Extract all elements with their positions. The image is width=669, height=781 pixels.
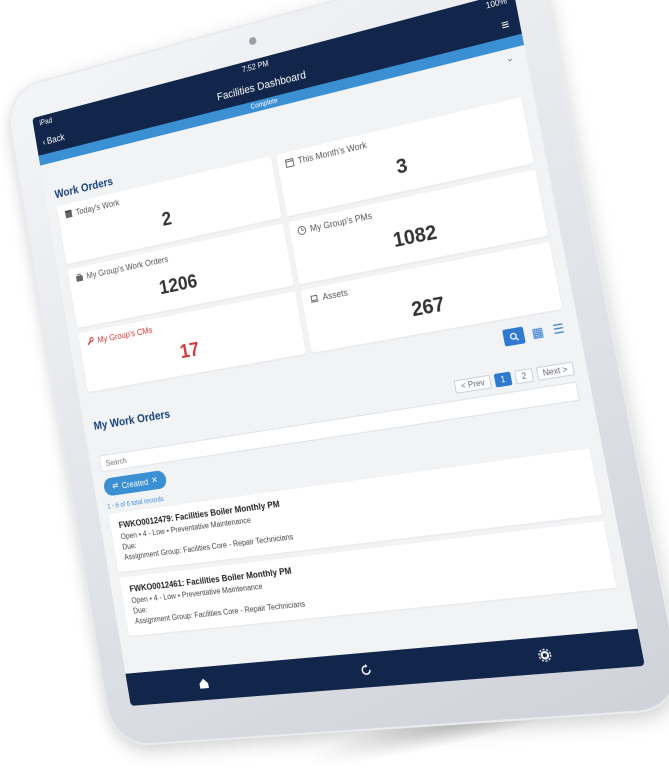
camera-icon xyxy=(248,36,256,46)
settings-gear-icon[interactable] xyxy=(526,638,563,672)
calendar-icon xyxy=(64,209,73,220)
wrench-icon xyxy=(85,336,95,347)
home-icon[interactable] xyxy=(188,668,219,699)
tile-label: My Group's Work Orders xyxy=(86,254,169,280)
search-icon xyxy=(508,331,519,342)
filter-chip-label: Created xyxy=(121,477,149,490)
hamburger-menu-icon[interactable]: ≡ xyxy=(500,15,511,32)
filter-icon: ⇌ xyxy=(111,481,119,492)
carrier-label: iPad xyxy=(39,116,53,128)
sort-icon[interactable]: ☰ xyxy=(550,320,568,337)
tile-label: My Group's PMs xyxy=(309,211,373,234)
grid-view-icon[interactable]: ▦ xyxy=(529,324,546,341)
next-page-button[interactable]: Next > xyxy=(535,361,575,381)
refresh-icon[interactable] xyxy=(349,654,383,687)
filter-chip[interactable]: ⇌ Created ✕ xyxy=(103,470,168,497)
tile-label: This Month's Work xyxy=(297,140,367,166)
prev-page-button[interactable]: < Prev xyxy=(454,375,492,394)
tile-label: My Group's CMs xyxy=(97,325,153,345)
calendar-month-icon xyxy=(284,157,295,169)
app-screen: iPad 7:52 PM 100% ‹ Back Facilities Dash… xyxy=(32,0,645,706)
back-button[interactable]: ‹ Back xyxy=(42,132,65,147)
back-label: Back xyxy=(46,132,65,146)
search-button[interactable] xyxy=(502,327,526,347)
tile-label: Today's Work xyxy=(75,198,120,217)
clock-icon xyxy=(296,225,307,237)
tablet-device: iPad 7:52 PM 100% ‹ Back Facilities Dash… xyxy=(4,0,669,747)
close-icon[interactable]: ✕ xyxy=(151,475,159,486)
tile-label: Assets xyxy=(322,287,349,302)
page-1-button[interactable]: 1 xyxy=(493,371,512,387)
briefcase-icon xyxy=(75,272,85,283)
page-2-button[interactable]: 2 xyxy=(514,368,534,384)
laptop-icon xyxy=(309,293,320,305)
